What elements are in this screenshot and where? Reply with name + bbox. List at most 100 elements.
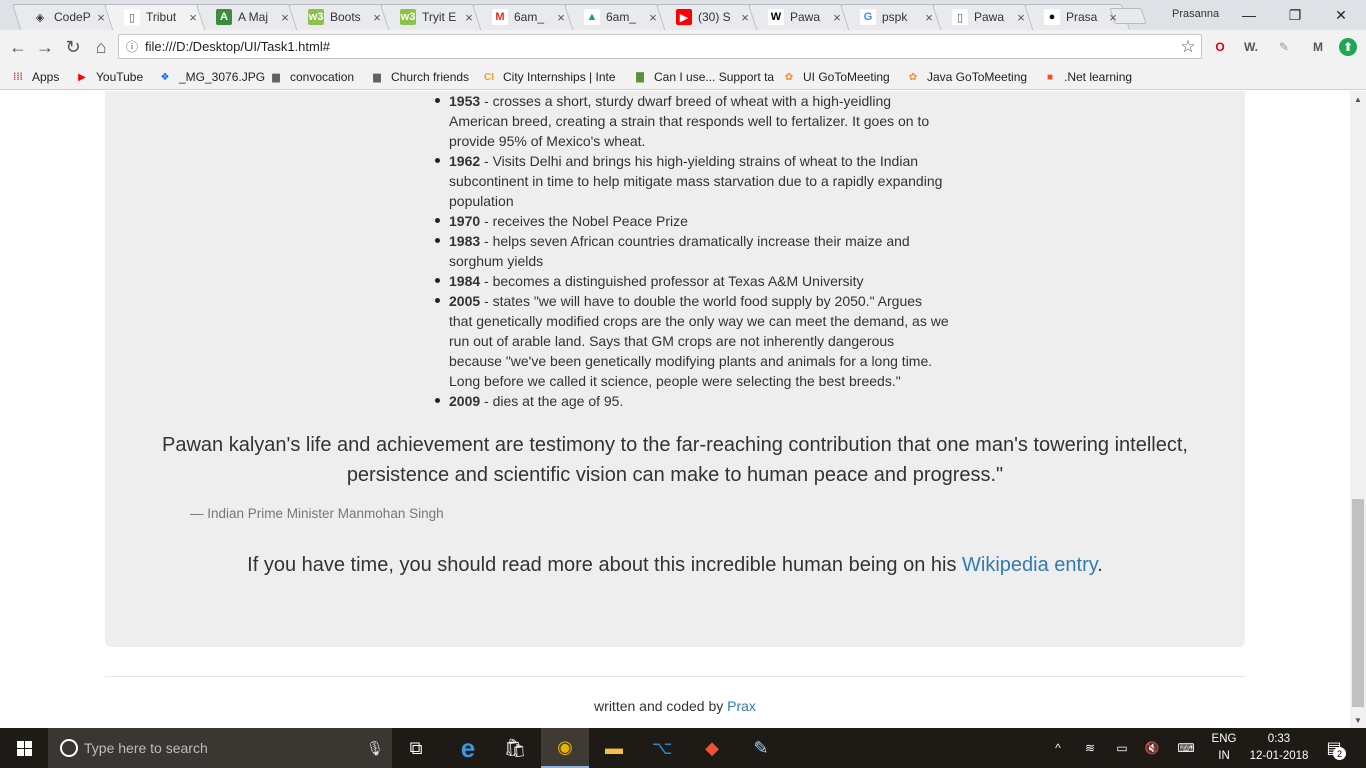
start-button[interactable] bbox=[0, 728, 48, 768]
scrollbar-thumb[interactable] bbox=[1352, 499, 1364, 707]
browser-tab[interactable]: ▯ Tribut × bbox=[102, 4, 206, 30]
page-footer: written and coded by Prax bbox=[0, 698, 1350, 714]
bookmark-item[interactable]: ✿ UI GoToMeeting bbox=[781, 68, 890, 86]
close-tab-icon[interactable]: × bbox=[278, 10, 292, 25]
pencil-icon[interactable]: ✎ bbox=[1275, 38, 1293, 56]
apps-grid-icon: ⁞⁞⁞ bbox=[13, 71, 23, 83]
scroll-up-arrow-icon[interactable]: ▲ bbox=[1350, 91, 1366, 107]
browser-tab[interactable]: A A Maj × bbox=[194, 4, 298, 30]
scroll-down-arrow-icon[interactable]: ▼ bbox=[1350, 712, 1366, 728]
read-more-text: If you have time, you should read more a… bbox=[120, 554, 1230, 577]
volume-icon[interactable]: 🔇 bbox=[1138, 728, 1166, 768]
close-tab-icon[interactable]: × bbox=[646, 10, 660, 25]
bookmark-item[interactable]: ✿ Java GoToMeeting bbox=[905, 68, 1027, 86]
wikipedia-link[interactable]: Wikipedia entry bbox=[962, 554, 1097, 576]
timeline-item: 1970 - receives the Nobel Peace Prize bbox=[435, 211, 949, 231]
bookmark-star-icon[interactable]: ☆ bbox=[1175, 37, 1201, 57]
browser-tab[interactable]: w3 Boots × bbox=[286, 4, 390, 30]
profile-name[interactable]: Prasanna bbox=[1172, 8, 1219, 20]
bookmark-item[interactable]: ▆ convocation bbox=[268, 68, 354, 86]
chevron-up-icon[interactable]: ^ bbox=[1044, 728, 1072, 768]
microphone-icon[interactable]: 🎙 bbox=[358, 740, 392, 757]
codepen-icon: ◈ bbox=[32, 9, 48, 25]
close-tab-icon[interactable]: × bbox=[554, 10, 568, 25]
clock-date: 12-01-2018 bbox=[1249, 750, 1309, 762]
close-tab-icon[interactable]: × bbox=[462, 10, 476, 25]
tab-title: 6am_ bbox=[606, 10, 637, 24]
close-window-button[interactable]: ✕ bbox=[1318, 0, 1364, 30]
browser-tab[interactable]: M 6am_ × bbox=[470, 4, 574, 30]
author-link[interactable]: Prax bbox=[727, 698, 756, 714]
git-icon[interactable]: ◆ bbox=[688, 728, 736, 768]
action-center-button[interactable]: ▤ 2 bbox=[1320, 736, 1348, 760]
bookmark-item[interactable]: ▶ YouTube bbox=[74, 68, 143, 86]
bookmark-item[interactable]: ▆ Church friends bbox=[369, 68, 469, 86]
close-tab-icon[interactable]: × bbox=[1106, 10, 1120, 25]
windows-logo-icon bbox=[16, 740, 32, 756]
maximize-button[interactable]: ❐ bbox=[1272, 0, 1318, 30]
taskbar-search-box[interactable]: Type here to search 🎙 bbox=[48, 728, 392, 768]
read-more-suffix: . bbox=[1097, 554, 1103, 576]
bookmark-item[interactable]: ▇ Can I use... Support ta bbox=[632, 68, 774, 86]
url-text[interactable]: file:///D:/Desktop/UI/Task1.html# bbox=[145, 39, 1175, 54]
battery-icon[interactable]: ▭ bbox=[1108, 728, 1136, 768]
back-button[interactable]: ← bbox=[7, 36, 29, 58]
minimize-button[interactable]: — bbox=[1226, 0, 1272, 30]
bookmark-label: City Internships | Inte bbox=[503, 70, 616, 84]
bookmark-label: Church friends bbox=[391, 70, 470, 84]
upload-icon[interactable]: ⬆ bbox=[1339, 38, 1357, 56]
tab-title: Tryit E bbox=[422, 10, 457, 24]
taskbar-clock[interactable]: 0:33 12-01-2018 bbox=[1244, 731, 1314, 765]
caniuse-icon: ▇ bbox=[636, 71, 644, 83]
input-language[interactable]: ENG IN bbox=[1208, 731, 1240, 765]
browser-tab[interactable]: ▲ 6am_ × bbox=[562, 4, 666, 30]
footer-divider bbox=[105, 676, 1245, 677]
home-button[interactable]: ⌂ bbox=[90, 36, 112, 58]
youtube-icon: ▶ bbox=[676, 9, 692, 25]
timeline-text: - crosses a short, sturdy dwarf breed of… bbox=[449, 93, 930, 149]
store-icon[interactable]: 🛍 bbox=[491, 728, 539, 768]
bookmark-item[interactable]: ■ .Net learning bbox=[1042, 68, 1132, 86]
bookmark-item[interactable]: ⁞⁞⁞ Apps bbox=[10, 68, 59, 86]
close-tab-icon[interactable]: × bbox=[830, 10, 844, 25]
task-view-icon[interactable]: ⧉ bbox=[392, 728, 440, 768]
timeline-year: 1983 bbox=[449, 233, 481, 249]
close-tab-icon[interactable]: × bbox=[1014, 10, 1028, 25]
keyboard-icon[interactable]: ⌨ bbox=[1172, 728, 1200, 768]
vscode-icon[interactable]: ⌥ bbox=[638, 728, 686, 768]
notification-count: 2 bbox=[1333, 747, 1346, 760]
edge-icon[interactable]: e bbox=[444, 728, 492, 768]
close-tab-icon[interactable]: × bbox=[94, 10, 108, 25]
file-explorer-icon[interactable]: ▬ bbox=[590, 728, 638, 768]
site-info-icon[interactable]: ⓘ bbox=[119, 38, 145, 55]
tab-title: Boots bbox=[330, 10, 361, 24]
chrome-icon[interactable]: ◉ bbox=[541, 728, 589, 768]
reload-button[interactable]: ↻ bbox=[62, 36, 84, 58]
address-bar[interactable]: ⓘ file:///D:/Desktop/UI/Task1.html# ☆ bbox=[118, 34, 1202, 59]
m-icon[interactable]: M bbox=[1309, 38, 1327, 56]
forward-button[interactable]: → bbox=[34, 36, 56, 58]
paint-icon[interactable]: ✎ bbox=[737, 728, 785, 768]
browser-tab[interactable]: W Pawa × bbox=[746, 4, 850, 30]
wordpress-icon[interactable]: W. bbox=[1242, 38, 1260, 56]
close-tab-icon[interactable]: × bbox=[922, 10, 936, 25]
bookmark-item[interactable]: CI City Internships | Inte bbox=[481, 68, 616, 86]
close-tab-icon[interactable]: × bbox=[370, 10, 384, 25]
timeline-year: 1970 bbox=[449, 213, 481, 229]
timeline-year: 1962 bbox=[449, 153, 481, 169]
opera-icon[interactable]: O bbox=[1211, 38, 1229, 56]
browser-tab[interactable]: Gpspk × bbox=[838, 4, 942, 30]
browser-tab[interactable]: w3 Tryit E × bbox=[378, 4, 482, 30]
browser-tab[interactable]: ▯ Pawa × bbox=[930, 4, 1034, 30]
browser-toolbar: ← → ↻ ⌂ ⓘ file:///D:/Desktop/UI/Task1.ht… bbox=[0, 30, 1366, 63]
wikipedia-icon: W bbox=[768, 9, 784, 25]
browser-tab[interactable]: ▶ (30) S × bbox=[654, 4, 758, 30]
browser-tab[interactable]: ◈ CodeP × bbox=[10, 4, 114, 30]
page-scrollbar[interactable]: ▲ ▼ bbox=[1350, 91, 1366, 728]
timeline-text: - dies at the age of 95. bbox=[480, 393, 624, 409]
wifi-icon[interactable]: ≋ bbox=[1076, 728, 1104, 768]
close-tab-icon[interactable]: × bbox=[738, 10, 752, 25]
close-tab-icon[interactable]: × bbox=[186, 10, 200, 25]
bookmark-item[interactable]: ❖ _MG_3076.JPG bbox=[157, 68, 266, 86]
timeline-item: 2005 - states "we will have to double th… bbox=[435, 291, 949, 391]
